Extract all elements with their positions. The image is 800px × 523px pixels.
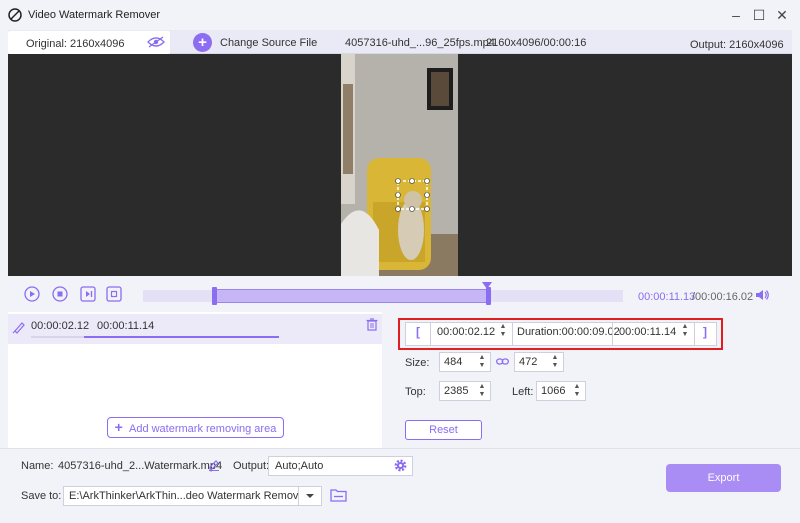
original-resolution-label: Original: 2160x4096	[26, 38, 125, 50]
brush-icon	[12, 322, 25, 334]
source-file-dimensions: 2160x4096/00:00:16	[486, 37, 587, 49]
selection-start-handle[interactable]	[212, 287, 217, 305]
set-end-bracket[interactable]: ]	[703, 325, 707, 339]
volume-icon[interactable]	[755, 288, 769, 302]
next-frame-icon[interactable]	[106, 286, 122, 302]
selection-end-handle[interactable]	[486, 287, 491, 305]
play-icon[interactable]	[24, 286, 40, 302]
link-icon[interactable]	[496, 356, 509, 367]
duration-input[interactable]: Duration:00:00:09.02	[517, 326, 620, 338]
output-format-field[interactable]: Auto;Auto	[268, 456, 413, 476]
divider	[430, 323, 431, 345]
source-file-name: 4057316-uhd_...96_25fps.mp4	[345, 37, 495, 49]
divider	[512, 323, 513, 345]
maximize-icon[interactable]: ☐	[749, 5, 769, 25]
segment-end-time: 00:00:11.14	[97, 320, 155, 332]
folder-icon[interactable]	[330, 488, 347, 502]
window-title: Video Watermark Remover	[28, 9, 161, 21]
range-start-stepper[interactable]: ▲ ▼	[499, 323, 507, 339]
add-area-label: Add watermark removing area	[128, 423, 277, 435]
save-path-field[interactable]: E:\ArkThinker\ArkThin...deo Watermark Re…	[63, 486, 299, 506]
close-icon[interactable]: ✕	[772, 5, 792, 25]
left-label: Left:	[512, 386, 534, 398]
output-label: Output:	[233, 460, 270, 472]
current-time: 00:00:11.13	[638, 291, 696, 303]
output-file-name: 4057316-uhd_2...Watermark.mp4	[58, 460, 223, 472]
segment-progress-fill	[84, 336, 279, 338]
gear-icon[interactable]	[393, 458, 408, 473]
height-stepper[interactable]: ▲ ▼	[551, 354, 559, 370]
minimize-icon[interactable]: –	[726, 5, 746, 25]
reset-button[interactable]: Reset	[405, 420, 482, 440]
plus-circle-icon[interactable]: +	[193, 33, 212, 52]
top-stepper[interactable]: ▲ ▼	[478, 383, 486, 399]
total-time: /00:00:16.02	[692, 291, 754, 303]
divider	[612, 323, 613, 345]
playhead[interactable]	[482, 282, 492, 289]
chevron-down-icon	[306, 494, 314, 498]
trash-icon[interactable]	[366, 318, 378, 331]
range-end-input[interactable]: 00:00:11.14	[619, 326, 676, 338]
add-watermark-area-button[interactable]: + Add watermark removing area	[107, 417, 284, 438]
previous-frame-icon[interactable]	[80, 286, 96, 302]
watermark-remover-app-icon	[8, 8, 22, 22]
timeline-selection[interactable]	[214, 289, 488, 303]
size-label: Size:	[405, 357, 430, 369]
eye-icon[interactable]	[147, 36, 165, 48]
change-source-file-button[interactable]: Change Source File	[220, 37, 317, 49]
width-stepper[interactable]: ▲ ▼	[478, 354, 486, 370]
export-button[interactable]: Export	[666, 464, 781, 492]
range-start-input[interactable]: 00:00:02.12	[437, 326, 495, 338]
output-resolution-label: Output: 2160x4096	[690, 39, 784, 51]
video-frame	[341, 54, 458, 276]
left-stepper[interactable]: ▲ ▼	[573, 383, 581, 399]
plus-icon: +	[114, 419, 123, 435]
segment-start-time: 00:00:02.12	[31, 320, 90, 332]
save-path-dropdown[interactable]	[298, 486, 322, 506]
pencil-icon[interactable]	[208, 459, 220, 471]
save-to-label: Save to:	[21, 490, 62, 502]
set-start-bracket[interactable]: [	[416, 325, 420, 339]
top-label: Top:	[405, 386, 426, 398]
divider	[694, 323, 695, 345]
range-end-stepper[interactable]: ▲ ▼	[681, 323, 689, 339]
stop-icon[interactable]	[52, 286, 68, 302]
name-label: Name:	[21, 460, 54, 472]
